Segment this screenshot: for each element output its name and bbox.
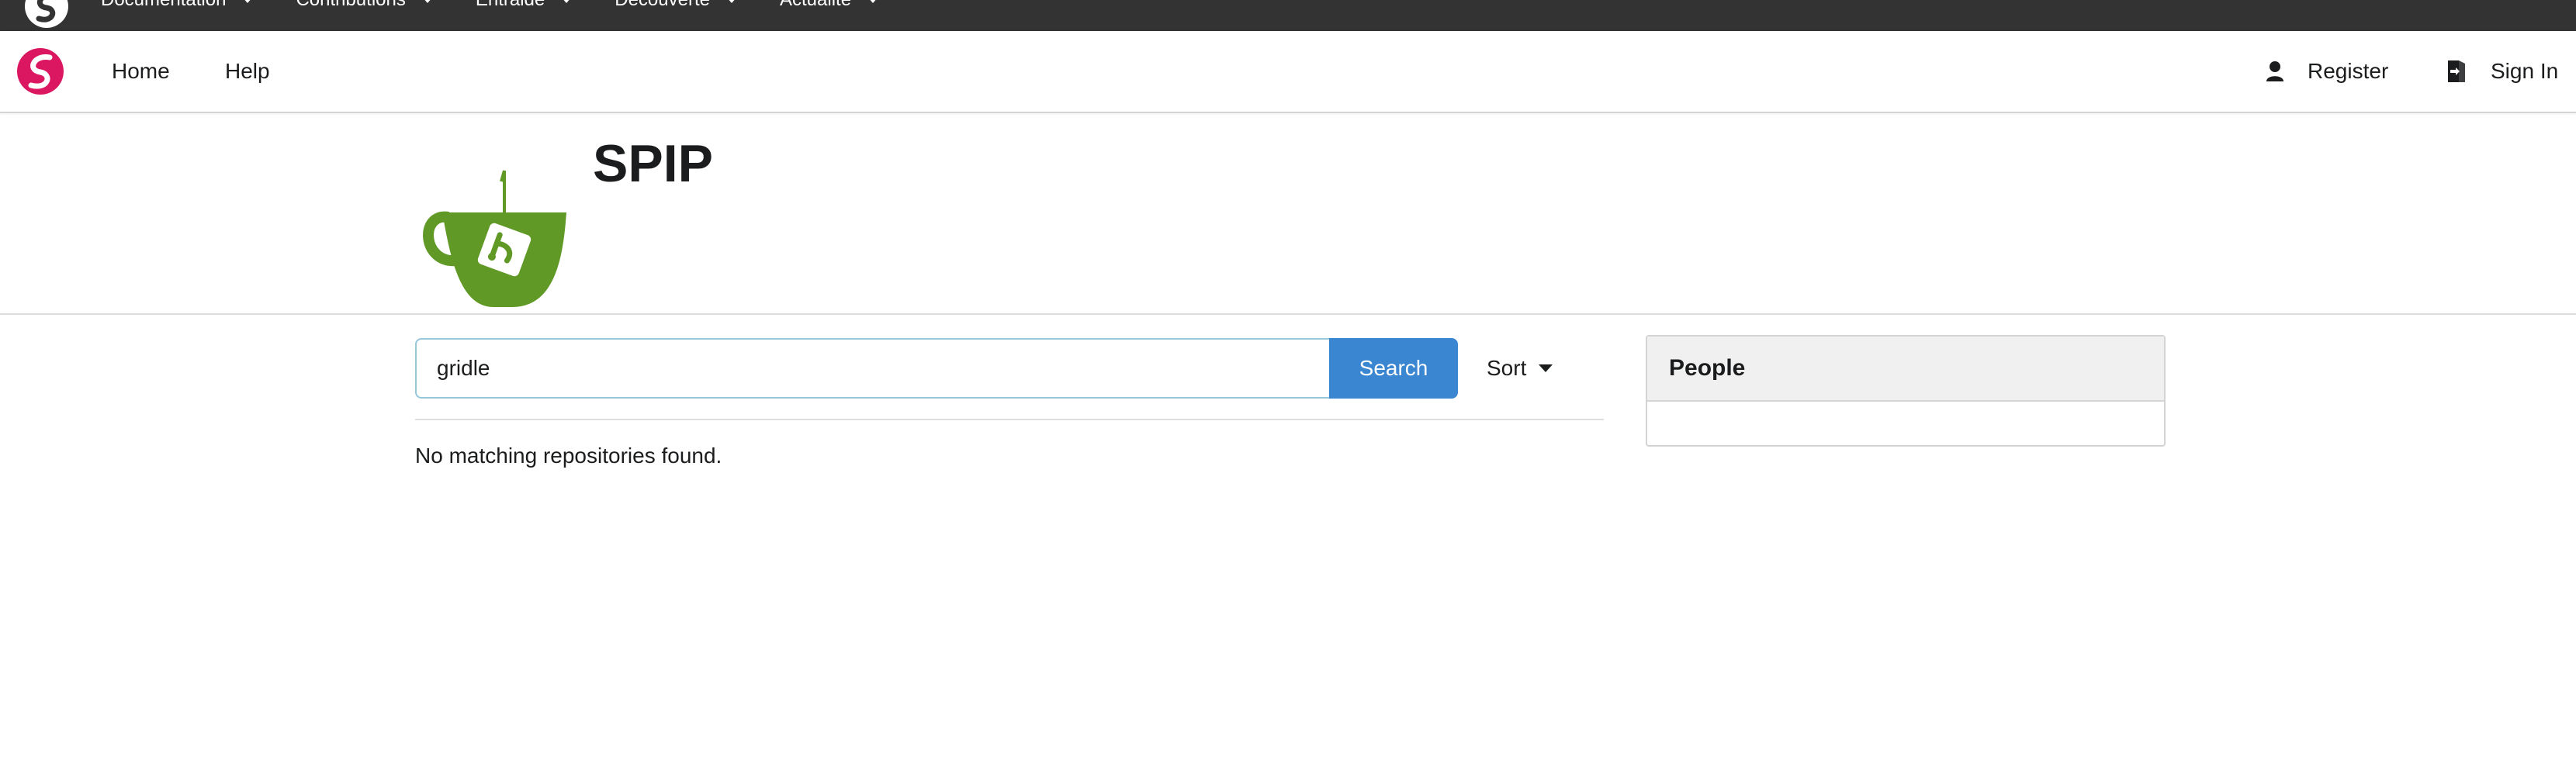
sort-dropdown[interactable]: Sort bbox=[1487, 338, 1553, 399]
caret-down-icon bbox=[1539, 364, 1553, 372]
main-navbar: Home Help Register Sign In bbox=[0, 31, 2576, 113]
topbar-item-label: Découverte bbox=[615, 0, 710, 11]
sort-label: Sort bbox=[1487, 356, 1527, 380]
org-header: SPIP bbox=[0, 115, 2576, 315]
register-label: Register bbox=[2308, 59, 2389, 83]
nav-help-label: Help bbox=[225, 59, 270, 83]
repo-search-form: Search bbox=[415, 338, 1458, 399]
people-panel-body bbox=[1647, 402, 2164, 445]
empty-results-message: No matching repositories found. bbox=[415, 444, 722, 468]
topbar-item-documentation[interactable]: Documentation bbox=[101, 0, 253, 11]
topbar-item-label: Documentation bbox=[101, 0, 226, 11]
spip-swirl-icon[interactable] bbox=[23, 0, 70, 29]
top-bar: Documentation Contributions Entraide Déc… bbox=[0, 0, 2576, 31]
caret-down-icon bbox=[243, 0, 253, 3]
topbar-item-label: Contributions bbox=[296, 0, 405, 11]
people-panel-title: People bbox=[1669, 355, 1746, 381]
people-panel: People bbox=[1646, 335, 2166, 447]
sign-in-label: Sign In bbox=[2491, 59, 2559, 83]
topbar-menu: Documentation Contributions Entraide Déc… bbox=[101, 0, 878, 31]
topbar-item-label: Actualité bbox=[780, 0, 851, 11]
register-link[interactable]: Register bbox=[2266, 31, 2388, 112]
topbar-item-label: Entraide bbox=[476, 0, 545, 11]
people-panel-header: People bbox=[1647, 337, 2164, 402]
search-button[interactable]: Search bbox=[1329, 338, 1458, 399]
topbar-item-entraide[interactable]: Entraide bbox=[476, 0, 572, 11]
caret-down-icon bbox=[422, 0, 432, 3]
caret-down-icon bbox=[868, 0, 878, 3]
user-icon bbox=[2266, 60, 2284, 82]
nav-home-label: Home bbox=[112, 59, 170, 83]
caret-down-icon bbox=[726, 0, 736, 3]
topbar-item-contributions[interactable]: Contributions bbox=[296, 0, 432, 11]
sign-in-icon bbox=[2446, 59, 2467, 84]
org-title: SPIP bbox=[593, 134, 713, 193]
spip-logo-icon[interactable] bbox=[16, 47, 65, 96]
sign-in-link[interactable]: Sign In bbox=[2446, 31, 2558, 112]
topbar-item-actualite[interactable]: Actualité bbox=[780, 0, 878, 11]
topbar-item-decouverte[interactable]: Découverte bbox=[615, 0, 736, 11]
caret-down-icon bbox=[562, 0, 572, 3]
nav-help-link[interactable]: Help bbox=[225, 31, 270, 112]
results-divider bbox=[415, 419, 1604, 420]
gitea-teacup-icon bbox=[423, 170, 566, 307]
nav-home-link[interactable]: Home bbox=[112, 31, 170, 112]
search-input[interactable] bbox=[415, 338, 1329, 399]
